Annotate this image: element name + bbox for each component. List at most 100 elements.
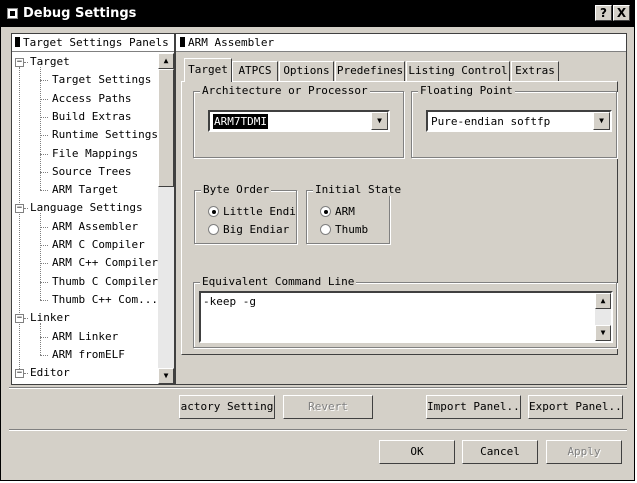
tree-item-file-mappings[interactable]: File Mappings	[52, 145, 138, 163]
command-line-textarea[interactable]: -keep -g ▲ ▼	[199, 291, 613, 343]
factory-settings-button[interactable]: actory Setting	[179, 395, 275, 419]
scroll-up-icon[interactable]: ▲	[595, 293, 611, 309]
close-button[interactable]: X	[613, 5, 630, 21]
radio-selected-icon[interactable]	[320, 206, 331, 217]
byte-order-group: Byte Order Little Endi Big Endiar	[194, 183, 297, 244]
tree-connector	[40, 336, 48, 338]
tree-connector	[40, 135, 48, 137]
cancel-button[interactable]: Cancel	[462, 440, 538, 464]
scroll-down-icon[interactable]: ▼	[595, 325, 611, 341]
command-line-label: Equivalent Command Line	[200, 275, 357, 288]
tree-connector	[40, 323, 41, 355]
tree-item-target-settings[interactable]: Target Settings	[52, 71, 151, 89]
byte-order-label: Byte Order	[201, 183, 272, 196]
radio-thumb[interactable]: Thumb	[320, 222, 368, 238]
tree-connector	[40, 213, 41, 300]
tree-connector	[40, 245, 48, 246]
tree-item-arm-fromelf[interactable]: ARM fromELF	[52, 346, 125, 364]
collapse-icon[interactable]: −	[15, 204, 24, 214]
tree-connector	[40, 67, 41, 191]
command-line-text: -keep -g	[203, 295, 256, 308]
tree-connector	[40, 153, 48, 155]
radio-unselected-icon[interactable]	[208, 224, 219, 235]
scroll-up-icon[interactable]: ▲	[158, 53, 174, 69]
radio-unselected-icon[interactable]	[320, 224, 331, 235]
tree-item-source-trees[interactable]: Source Trees	[52, 163, 131, 181]
title-bar[interactable]: Debug Settings ? X	[1, 1, 634, 27]
scroll-thumb[interactable]	[158, 69, 174, 187]
tab-target[interactable]: Target	[184, 58, 232, 82]
tab-options[interactable]: Options	[279, 61, 334, 81]
tree-item-arm-linker[interactable]: ARM Linker	[52, 328, 118, 346]
tree-group-linker[interactable]: Linker	[30, 309, 70, 327]
architecture-select[interactable]: ARM7TDMI ▼	[208, 110, 390, 132]
architecture-value: ARM7TDMI	[213, 114, 268, 129]
tree-item-runtime-settings[interactable]: Runtime Settings	[52, 126, 158, 144]
tab-atpcs[interactable]: ATPCS	[232, 61, 278, 81]
tree-connector	[40, 116, 48, 118]
tree-item-arm-target[interactable]: ARM Target	[52, 181, 118, 199]
tree-connector	[19, 67, 20, 374]
window-title: Debug Settings	[23, 6, 137, 21]
radio-big-endian[interactable]: Big Endiar	[208, 222, 289, 238]
panel-icon	[180, 37, 185, 47]
radio-selected-icon[interactable]	[208, 206, 219, 217]
debug-settings-window: Debug Settings ? X Target Settings Panel…	[0, 0, 635, 481]
initial-state-label: Initial State	[313, 183, 404, 196]
app-icon	[7, 8, 18, 19]
chevron-down-icon[interactable]: ▼	[593, 112, 610, 130]
floating-point-value: Pure-endian softfp	[431, 115, 551, 128]
settings-panels-tree: Target Settings Panels − Target Target Set…	[11, 33, 175, 385]
tree-item-arm-c-compiler[interactable]: ARM C++ Compiler	[52, 254, 158, 272]
architecture-group: Architecture or Processor ARM7TDMI ▼	[193, 84, 404, 158]
separator	[9, 429, 627, 431]
tree-connector	[40, 226, 48, 228]
tree-connector	[40, 80, 48, 82]
collapse-icon[interactable]: −	[15, 58, 24, 67]
import-panel-button[interactable]: Import Panel...	[426, 395, 521, 419]
ok-button[interactable]: OK	[379, 440, 455, 464]
tree-connector	[40, 263, 48, 265]
initial-state-group: Initial State ARM Thumb	[306, 183, 404, 244]
tree-item-thumb-c-compiler[interactable]: Thumb C Compiler	[52, 273, 158, 291]
collapse-icon[interactable]: −	[15, 314, 24, 324]
floating-point-label: Floating Point	[418, 84, 515, 97]
architecture-label: Architecture or Processor	[200, 84, 370, 97]
tree-connector	[24, 208, 28, 210]
help-button[interactable]: ?	[595, 5, 612, 21]
tree-item-arm-assembler[interactable]: ARM Assembler	[52, 218, 138, 236]
apply-button[interactable]: Apply	[546, 440, 622, 464]
revert-button[interactable]: Revert	[283, 395, 373, 419]
command-line-group: Equivalent Command Line -keep -g ▲ ▼	[193, 275, 617, 348]
tab-extras[interactable]: Extras	[511, 61, 559, 81]
panel-icon	[15, 37, 20, 47]
tree-group-editor[interactable]: Editor	[30, 364, 70, 382]
tree-scrollbar[interactable]: ▲ ▼	[158, 53, 174, 384]
tree-group-language-settings[interactable]: Language Settings	[30, 199, 143, 217]
chevron-down-icon[interactable]: ▼	[371, 112, 388, 130]
tree-group-target[interactable]: Target	[30, 53, 70, 71]
export-panel-button[interactable]: Export Panel...	[528, 395, 623, 419]
tree-item-build-extras[interactable]: Build Extras	[52, 108, 131, 126]
tree-connector	[24, 373, 28, 375]
tree-connector	[40, 98, 48, 100]
tab-predefines[interactable]: Predefines	[335, 61, 405, 81]
tree-connector	[24, 318, 28, 320]
tree-item-thumb-c-com-[interactable]: Thumb C++ Com...	[52, 291, 158, 309]
tree-connector	[40, 299, 48, 301]
floating-point-group: Floating Point Pure-endian softfp ▼	[411, 84, 617, 158]
tree-item-access-paths[interactable]: Access Paths	[52, 90, 131, 108]
panel-header: ARM Assembler	[176, 34, 626, 52]
tab-listing-control[interactable]: Listing Control	[406, 61, 510, 81]
tree-connector	[40, 190, 48, 192]
separator	[9, 387, 627, 389]
radio-little-endian[interactable]: Little Endi	[208, 204, 296, 220]
floating-point-select[interactable]: Pure-endian softfp ▼	[426, 110, 612, 132]
tree-connector	[24, 62, 28, 63]
tree-header: Target Settings Panels	[12, 34, 174, 52]
tree-item-arm-c-compiler[interactable]: ARM C Compiler	[52, 236, 145, 254]
radio-arm[interactable]: ARM	[320, 204, 355, 220]
collapse-icon[interactable]: −	[15, 369, 24, 379]
textarea-scrollbar[interactable]: ▲ ▼	[595, 293, 611, 341]
scroll-down-icon[interactable]: ▼	[158, 368, 174, 384]
